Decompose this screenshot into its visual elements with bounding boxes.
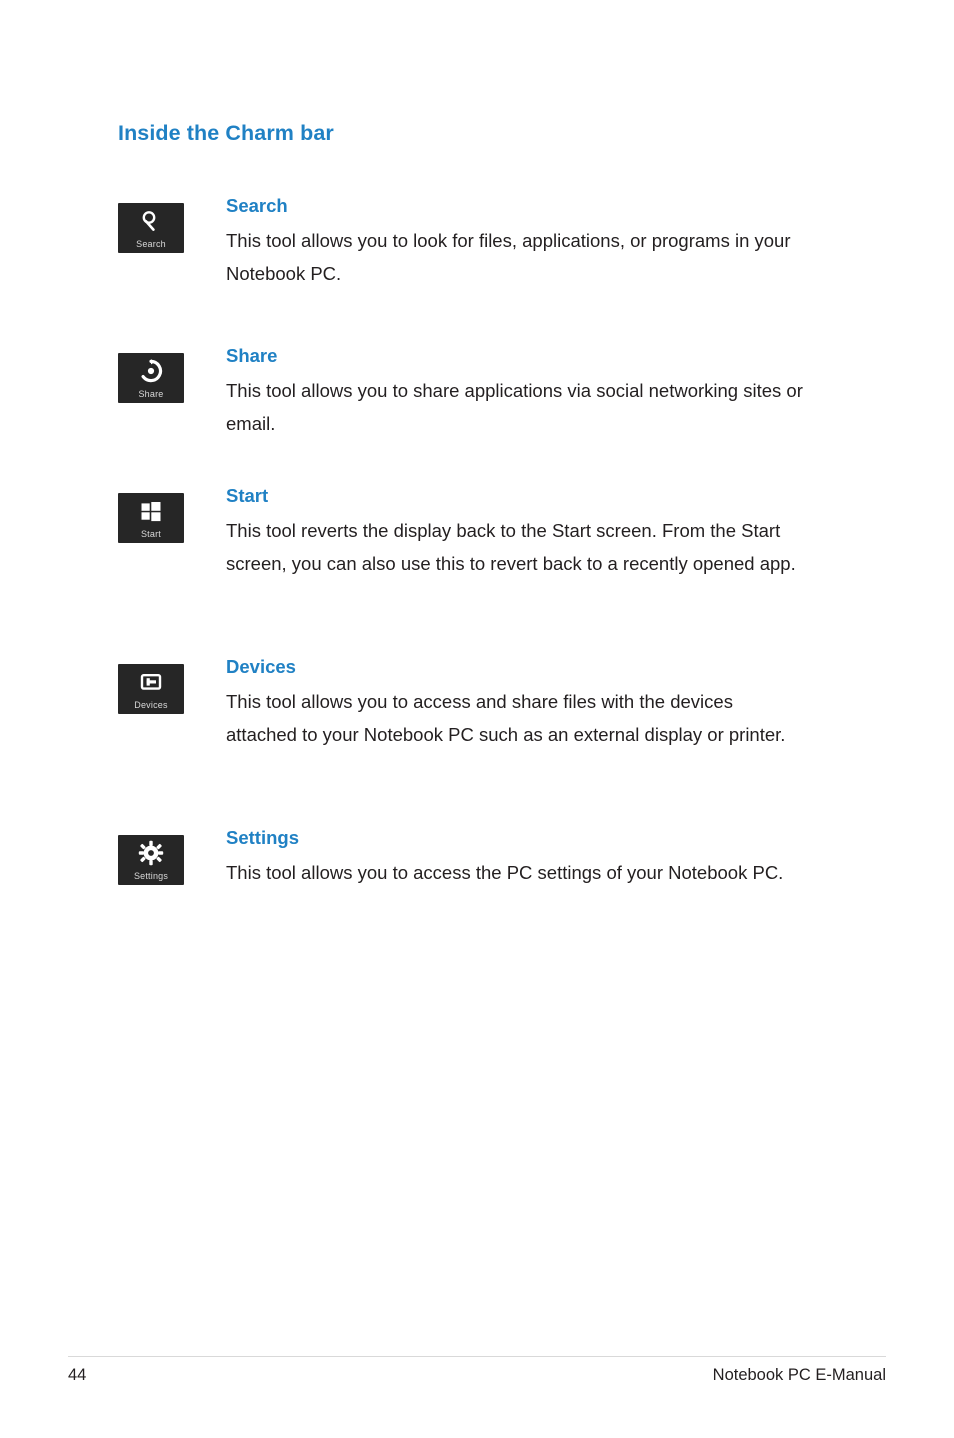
windows-start-icon	[118, 496, 184, 526]
charm-tile-label: Search	[136, 239, 166, 249]
page-section-title: Inside the Charm bar	[118, 121, 334, 145]
charm-tile-share: Share	[118, 353, 184, 403]
charm-tile-devices: Devices	[118, 664, 184, 714]
charm-title: Start	[226, 485, 269, 506]
gear-icon	[118, 838, 184, 868]
charm-tile-start: Start	[118, 493, 184, 543]
devices-icon	[118, 667, 184, 697]
charm-title: Settings	[226, 827, 299, 848]
charm-body: This tool allows you to share applicatio…	[226, 380, 803, 434]
charm-body: This tool allows you to access the PC se…	[226, 862, 784, 883]
manual-page: Inside the Charm bar Search Search This …	[0, 0, 954, 1438]
charm-body: This tool reverts the display back to th…	[226, 520, 796, 574]
charm-title: Search	[226, 195, 288, 216]
charm-tile-label: Share	[138, 389, 164, 399]
charm-tile-search: Search	[118, 203, 184, 253]
charm-tile-label: Settings	[133, 871, 169, 881]
charm-tile-settings: Settings	[118, 835, 184, 885]
charm-title: Share	[226, 345, 278, 366]
charm-body: This tool allows you to access and share…	[226, 691, 786, 745]
charm-body: This tool allows you to look for files, …	[226, 230, 791, 284]
charm-tile-label: Devices	[134, 700, 168, 710]
footer-divider	[68, 1356, 886, 1357]
charm-title: Devices	[226, 656, 296, 677]
footer-document-title: Notebook PC E-Manual	[712, 1366, 886, 1384]
charm-tile-label: Start	[140, 529, 161, 539]
magnifier-icon	[118, 206, 184, 236]
share-icon	[118, 356, 184, 386]
